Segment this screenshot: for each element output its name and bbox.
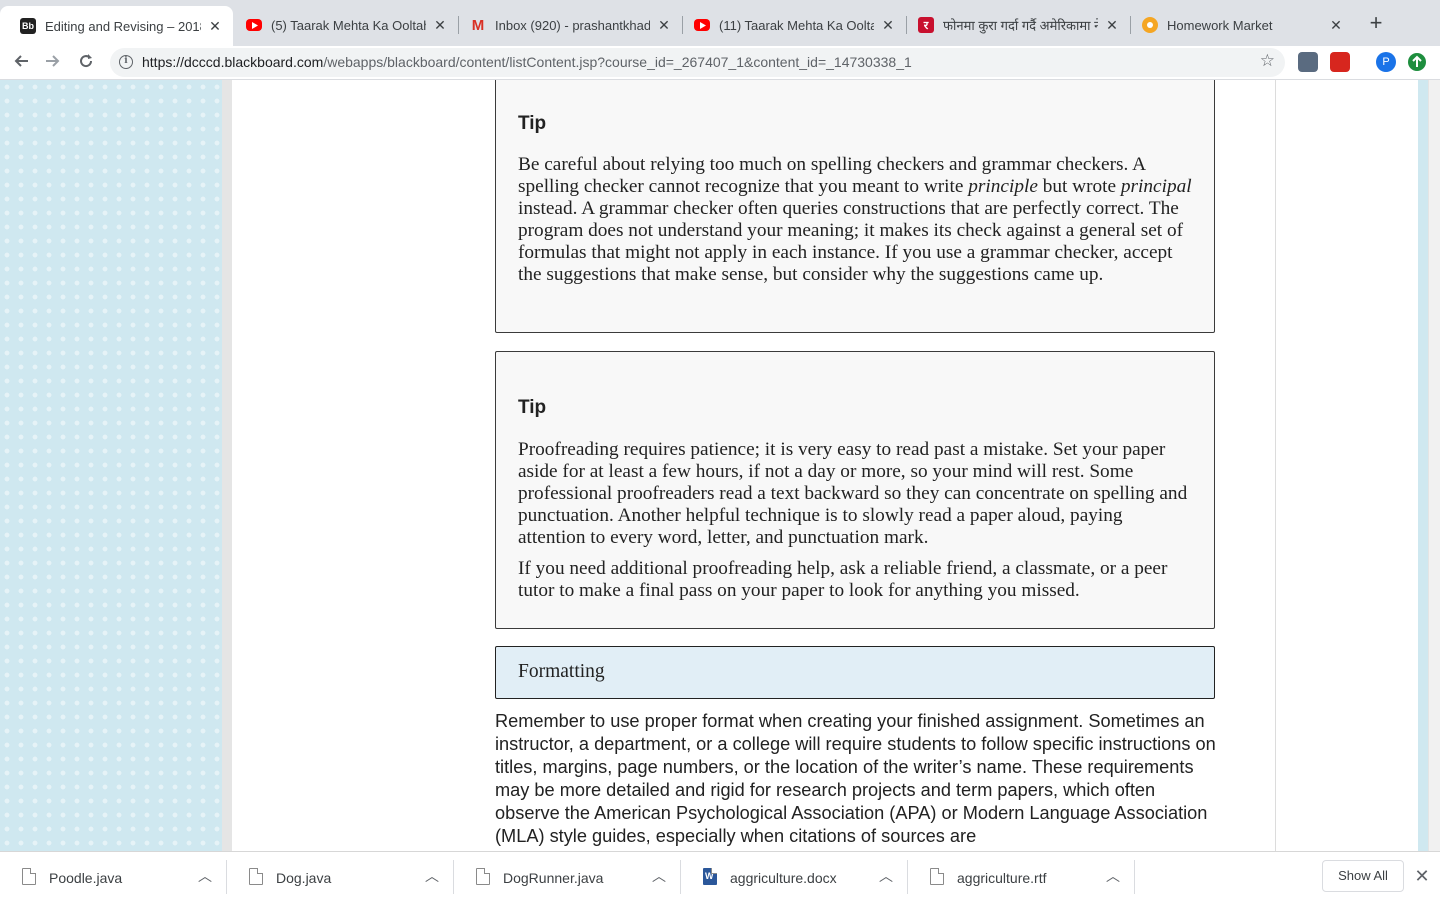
- tab-youtube-2[interactable]: (11) Taarak Mehta Ka Ooltah ✕: [674, 8, 906, 42]
- tab-title: Editing and Revising – 2018F: [45, 18, 201, 34]
- reload-button[interactable]: [73, 50, 99, 76]
- close-icon[interactable]: ✕: [1104, 17, 1120, 33]
- divider: [1134, 860, 1135, 894]
- chevron-up-icon[interactable]: ︿: [198, 866, 212, 886]
- back-arrow-icon: [14, 55, 28, 67]
- background-pattern: [0, 80, 222, 851]
- chevron-up-icon[interactable]: ︿: [652, 866, 666, 886]
- tip-box: Tip Proofreading requires patience; it i…: [495, 351, 1215, 629]
- profile-avatar[interactable]: P: [1376, 52, 1396, 72]
- word-doc-icon: [703, 868, 717, 885]
- file-icon: [249, 868, 263, 885]
- download-item[interactable]: aggriculture.docx ︿: [681, 852, 908, 901]
- tip-heading: Tip: [518, 397, 547, 418]
- tab-strip: Bb Editing and Revising – 2018F ✕ (5) Ta…: [0, 0, 1440, 46]
- file-icon: [22, 868, 36, 885]
- tab-blackboard[interactable]: Bb Editing and Revising – 2018F ✕: [0, 6, 233, 46]
- emphasized-word: principle: [968, 176, 1038, 197]
- blackboard-icon: Bb: [20, 18, 36, 34]
- content-right-border: [1275, 80, 1276, 851]
- close-icon[interactable]: ✕: [880, 17, 896, 33]
- content-left-border: [222, 80, 232, 851]
- chevron-up-icon[interactable]: ︿: [425, 866, 439, 886]
- text-run: instead. A grammar checker often queries…: [518, 198, 1184, 285]
- forward-arrow-icon: [46, 55, 60, 67]
- close-icon[interactable]: ✕: [432, 17, 448, 33]
- close-icon[interactable]: ✕: [1412, 866, 1432, 886]
- tab-title: (11) Taarak Mehta Ka Ooltah: [719, 17, 874, 33]
- text-run: If you need additional proofreading help…: [518, 558, 1168, 601]
- tab-title: Homework Market: [1167, 17, 1273, 33]
- download-item[interactable]: DogRunner.java ︿: [454, 852, 681, 901]
- download-filename: Poodle.java: [49, 870, 123, 886]
- formatting-paragraph: Remember to use proper format when creat…: [495, 711, 1216, 846]
- download-item[interactable]: Dog.java ︿: [227, 852, 454, 901]
- tip-paragraph: Be careful about relying too much on spe…: [518, 154, 1192, 286]
- tab-title: फोनमा कुरा गर्दा गर्दै अमेरिकामा नेपाल: [943, 18, 1098, 33]
- download-filename: Dog.java: [276, 870, 332, 886]
- close-icon[interactable]: ✕: [656, 17, 672, 33]
- file-icon: [476, 868, 490, 885]
- address-bar[interactable]: i https://dcccd.blackboard.com/webapps/b…: [110, 48, 1285, 77]
- tab-news[interactable]: र फोनमा कुरा गर्दा गर्दै अमेरिकामा नेपाल…: [898, 8, 1130, 42]
- page-viewport: Tip Be careful about relying too much on…: [0, 80, 1440, 851]
- acrobat-icon[interactable]: [1330, 52, 1350, 72]
- site-info-icon[interactable]: i: [119, 55, 133, 69]
- tab-youtube-1[interactable]: (5) Taarak Mehta Ka Ooltah ✕: [226, 8, 458, 42]
- show-all-downloads-button[interactable]: Show All: [1322, 860, 1404, 892]
- download-filename: aggriculture.rtf: [957, 870, 1047, 886]
- extension-puzzle-icon[interactable]: [1298, 52, 1318, 72]
- emphasized-word: principal: [1120, 176, 1192, 197]
- text-run: Proofreading requires patience; it is ve…: [518, 439, 1188, 548]
- tab-title: Inbox (920) - prashantkhadk: [495, 17, 650, 33]
- youtube-icon: [694, 19, 710, 31]
- news-icon: र: [918, 17, 934, 33]
- download-filename: aggriculture.docx: [730, 870, 837, 886]
- download-bar: Poodle.java ︿ Dog.java ︿ DogRunner.java …: [0, 851, 1440, 900]
- youtube-icon: [246, 19, 262, 31]
- download-item[interactable]: Poodle.java ︿: [0, 852, 227, 901]
- tip-paragraph: Proofreading requires patience; it is ve…: [518, 439, 1192, 549]
- tip-heading: Tip: [518, 113, 547, 134]
- background-pattern-right: [1418, 80, 1428, 851]
- forward-button[interactable]: [40, 50, 66, 76]
- tip-paragraph: If you need additional proofreading help…: [518, 558, 1192, 602]
- tab-title: (5) Taarak Mehta Ka Ooltah: [271, 17, 426, 33]
- page-scrollbar[interactable]: [1428, 80, 1440, 851]
- browser-toolbar: i https://dcccd.blackboard.com/webapps/b…: [0, 46, 1440, 80]
- update-arrow-icon[interactable]: [1408, 53, 1426, 71]
- tab-homework-market[interactable]: Homework Market ✕: [1122, 8, 1354, 42]
- close-icon[interactable]: ✕: [1328, 17, 1344, 33]
- tip-box: Tip Be careful about relying too much on…: [495, 80, 1215, 333]
- formatting-heading: Formatting: [495, 646, 1215, 699]
- bookmark-star-icon[interactable]: ☆: [1260, 51, 1275, 71]
- reload-icon: [80, 54, 93, 68]
- chevron-up-icon[interactable]: ︿: [879, 866, 893, 886]
- homework-market-icon: [1142, 17, 1158, 33]
- new-tab-button[interactable]: +: [1364, 12, 1388, 36]
- close-icon[interactable]: ✕: [207, 18, 223, 34]
- chevron-up-icon[interactable]: ︿: [1106, 866, 1120, 886]
- content-area: Tip Be careful about relying too much on…: [222, 80, 1418, 851]
- gmail-icon: M: [471, 16, 485, 34]
- url-text: https://dcccd.blackboard.com/webapps/bla…: [142, 54, 912, 70]
- text-run: but wrote: [1037, 176, 1121, 197]
- file-icon: [930, 868, 944, 885]
- tab-gmail[interactable]: M Inbox (920) - prashantkhadk ✕: [450, 8, 682, 42]
- download-filename: DogRunner.java: [503, 870, 604, 886]
- download-item[interactable]: aggriculture.rtf ︿: [908, 852, 1135, 901]
- back-button[interactable]: [8, 50, 34, 76]
